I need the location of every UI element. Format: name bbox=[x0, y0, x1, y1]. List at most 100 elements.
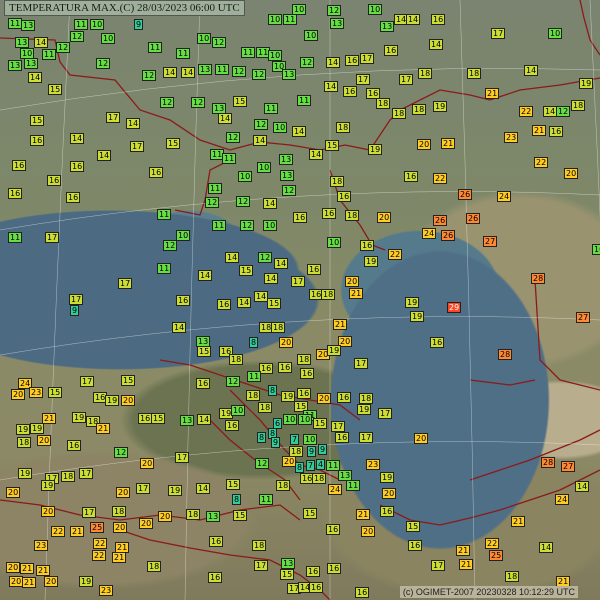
station-temp-label: 20 bbox=[414, 433, 429, 444]
station-temp-label: 12 bbox=[556, 106, 571, 117]
station-temp-label: 14 bbox=[309, 149, 324, 160]
station-temp-label: 26 bbox=[441, 230, 456, 241]
station-temp-label: 20 bbox=[158, 511, 173, 522]
station-temp-label: 12 bbox=[327, 5, 342, 16]
station-temp-label: 15 bbox=[233, 96, 248, 107]
station-temp-label: 19 bbox=[327, 345, 342, 356]
station-temp-label: 13 bbox=[282, 69, 297, 80]
station-temp-label: 22 bbox=[485, 538, 500, 549]
station-temp-label: 18 bbox=[246, 390, 261, 401]
station-temp-label: 14 bbox=[292, 126, 307, 137]
station-temp-label: 15 bbox=[233, 510, 248, 521]
station-temp-label: 15 bbox=[48, 84, 63, 95]
station-temp-label: 11 bbox=[283, 14, 298, 25]
station-temp-label: 16 bbox=[12, 160, 27, 171]
station-temp-label: 19 bbox=[368, 144, 383, 155]
station-temp-label: 12 bbox=[300, 57, 315, 68]
station-temp-label: 19 bbox=[16, 424, 31, 435]
station-temp-label: 12 bbox=[96, 58, 111, 69]
station-temp-label: 21 bbox=[511, 516, 526, 527]
station-temp-label: 17 bbox=[118, 278, 133, 289]
station-temp-label: 21 bbox=[333, 319, 348, 330]
station-temp-label: 27 bbox=[576, 312, 591, 323]
station-temp-label: 9 bbox=[271, 437, 281, 448]
station-temp-label: 23 bbox=[504, 132, 519, 143]
station-temp-label: 9 bbox=[134, 19, 144, 30]
station-temp-label: 10 bbox=[273, 122, 288, 133]
station-temp-label: 19 bbox=[579, 78, 594, 89]
station-temp-label: 20 bbox=[279, 337, 294, 348]
station-temp-label: 14 bbox=[181, 67, 196, 78]
station-temp-label: 12 bbox=[254, 119, 269, 130]
station-temp-label: 9 bbox=[307, 446, 317, 457]
weather-map: 11 13 13 14 10 13 13 14 11 12 12 11 10 10 9 11 11 10 12 11 1… bbox=[0, 0, 600, 600]
station-temp-label: 20 bbox=[121, 395, 136, 406]
station-temp-label: 8 bbox=[257, 432, 267, 443]
station-temp-label: 10 bbox=[283, 414, 298, 425]
station-temp-label: 15 bbox=[280, 569, 295, 580]
station-temp-label: 15 bbox=[166, 138, 181, 149]
station-temp-label: 18 bbox=[336, 122, 351, 133]
station-temp-label: 19 bbox=[18, 468, 33, 479]
station-temp-label: 12 bbox=[191, 97, 206, 108]
station-temp-label: 17 bbox=[356, 74, 371, 85]
station-temp-label: 18 bbox=[330, 176, 345, 187]
station-temp-label: 12 bbox=[114, 447, 129, 458]
station-temp-label: 14 bbox=[172, 322, 187, 333]
station-temp-label: 20 bbox=[41, 506, 56, 517]
station-temp-label: 10 bbox=[268, 14, 283, 25]
station-temp-label: 19 bbox=[72, 412, 87, 423]
station-temp-label: 13 bbox=[15, 37, 30, 48]
station-temp-label: 19 bbox=[105, 395, 120, 406]
station-temp-label: 25 bbox=[489, 550, 504, 561]
station-temp-label: 16 bbox=[408, 540, 423, 551]
station-temp-label: 14 bbox=[253, 135, 268, 146]
station-temp-label: 10 bbox=[176, 230, 191, 241]
station-temp-label: 12 bbox=[212, 37, 227, 48]
station-temp-label: 16 bbox=[335, 432, 350, 443]
station-temp-label: 19 bbox=[405, 297, 420, 308]
station-temp-label: 11 bbox=[259, 494, 274, 505]
map-title: TEMPERATURA MAX.(C) 28/03/2023 06:00 UTC bbox=[4, 0, 245, 16]
station-temp-label: 12 bbox=[252, 69, 267, 80]
station-temp-label: 18 bbox=[276, 480, 291, 491]
station-temp-label: 28 bbox=[498, 349, 513, 360]
station-temp-label: 15 bbox=[303, 508, 318, 519]
station-temp-label: 9 bbox=[318, 444, 328, 455]
station-temp-label: 13 bbox=[198, 64, 213, 75]
station-temp-label: 12 bbox=[232, 66, 247, 77]
station-temp-label: 13 bbox=[330, 18, 345, 29]
station-temp-label: 19 bbox=[41, 480, 56, 491]
station-temp-label: 17 bbox=[359, 432, 374, 443]
station-temp-label: 20 bbox=[377, 212, 392, 223]
station-temp-label: 21 bbox=[36, 565, 51, 576]
station-temp-label: 17 bbox=[378, 408, 393, 419]
station-temp-label: 13 bbox=[280, 170, 295, 181]
station-temp-label: 16 bbox=[384, 45, 399, 56]
station-temp-label: 22 bbox=[433, 173, 448, 184]
station-temp-label: 14 bbox=[263, 198, 278, 209]
station-temp-label: 16 bbox=[176, 295, 191, 306]
station-temp-label: 12 bbox=[236, 196, 251, 207]
station-temp-label: 17 bbox=[360, 53, 375, 64]
station-temp-label: 24 bbox=[497, 191, 512, 202]
station-temp-label: 10 bbox=[231, 405, 246, 416]
station-temp-label: 17 bbox=[45, 232, 60, 243]
station-temp-label: 16 bbox=[360, 240, 375, 251]
station-temp-label: 16 bbox=[380, 506, 395, 517]
station-temp-label: 14 bbox=[524, 65, 539, 76]
station-temp-label: 15 bbox=[267, 298, 282, 309]
station-temp-label: 15 bbox=[313, 418, 328, 429]
station-temp-label: 10 bbox=[263, 220, 278, 231]
station-temp-label: 27 bbox=[561, 461, 576, 472]
station-temp-label: 12 bbox=[160, 97, 175, 108]
station-temp-label: 14 bbox=[196, 483, 211, 494]
station-temp-label: 16 bbox=[196, 378, 211, 389]
station-temp-label: 11 bbox=[208, 183, 223, 194]
station-temp-label: 12 bbox=[226, 132, 241, 143]
station-temp-label: 26 bbox=[458, 189, 473, 200]
station-temp-label: 27 bbox=[483, 236, 498, 247]
station-temp-label: 18 bbox=[258, 402, 273, 413]
station-temp-label: 18 bbox=[345, 210, 360, 221]
station-temp-label: 14 bbox=[326, 57, 341, 68]
